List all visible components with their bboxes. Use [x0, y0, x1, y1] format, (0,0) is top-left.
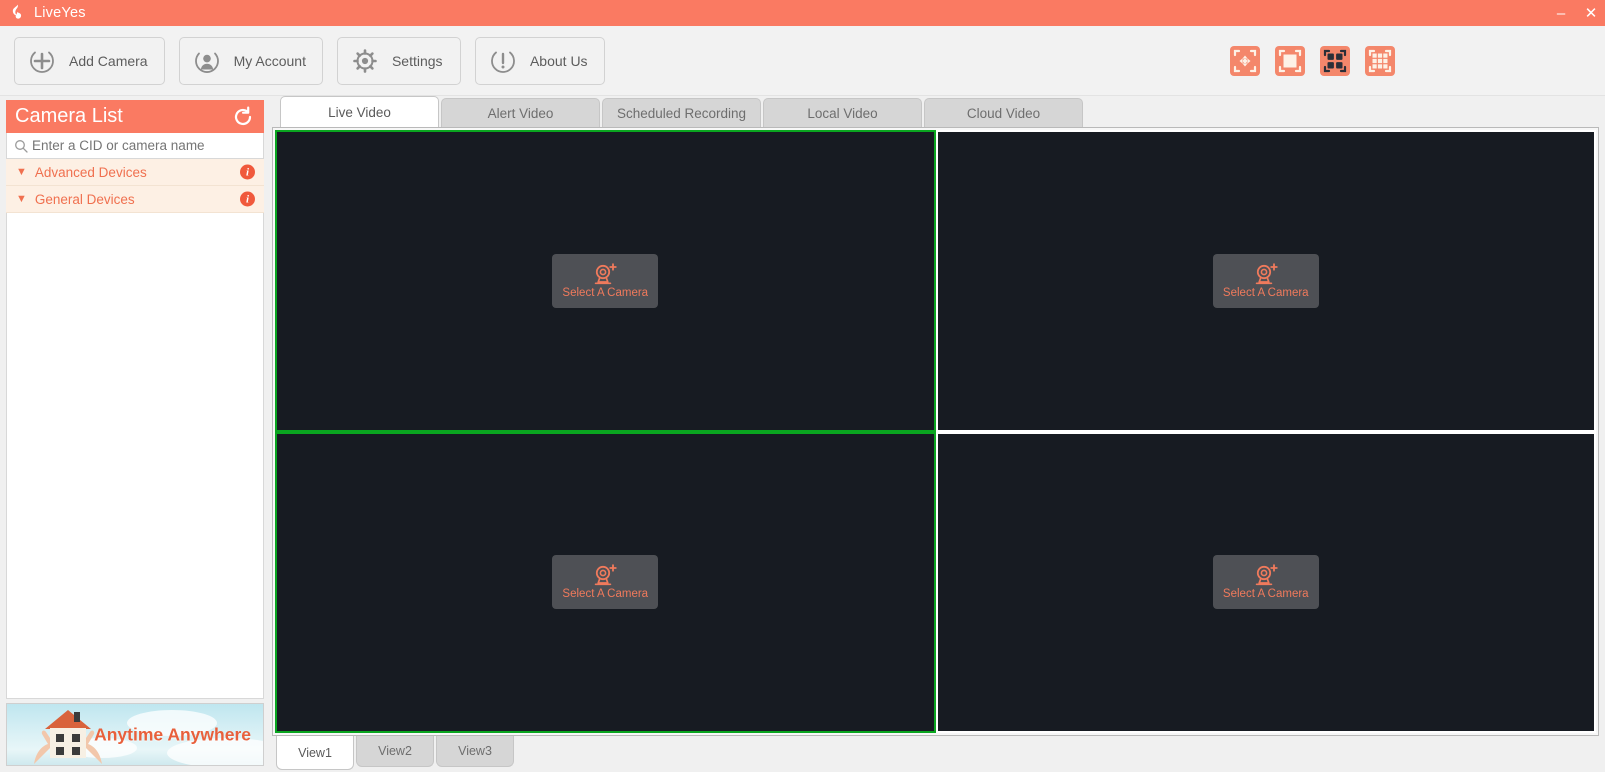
video-tab-bar: Live Video Alert Video Scheduled Recordi…	[272, 96, 1599, 127]
fullscreen-layout-icon[interactable]	[1230, 45, 1260, 76]
nine-grid-layout-icon[interactable]	[1365, 45, 1395, 76]
select-camera-button[interactable]: Select A Camera	[552, 253, 659, 308]
chevron-down-icon: ▼	[16, 192, 27, 205]
app-body: Camera List ▼ Advanced Devices i	[0, 96, 1605, 772]
sidebar-group-label: General Devices	[34, 191, 135, 207]
device-list-area[interactable]	[6, 213, 264, 699]
tab-label: Scheduled Recording	[616, 105, 747, 121]
search-row[interactable]	[6, 133, 264, 159]
select-camera-label: Select A Camera	[1222, 286, 1309, 299]
tab-label: Alert Video	[487, 105, 554, 121]
video-cell-4[interactable]: Select A Camera	[935, 431, 1596, 733]
gear-icon	[350, 46, 380, 76]
window-controls: – ✕	[1553, 0, 1599, 26]
video-area: Select A Camera Select A Camera Select A…	[272, 127, 1599, 736]
info-icon[interactable]: i	[240, 164, 255, 180]
promo-banner: Anytime Anywhere	[6, 703, 264, 766]
add-camera-webcam-icon	[592, 564, 618, 586]
view-tab-label: View2	[378, 744, 412, 758]
single-view-layout-icon[interactable]	[1275, 45, 1305, 76]
settings-label: Settings	[391, 52, 443, 69]
video-cell-3[interactable]: Select A Camera	[275, 431, 936, 733]
tab-label: Local Video	[807, 105, 878, 121]
add-camera-webcam-icon	[592, 263, 618, 285]
promo-text: Anytime Anywhere	[94, 724, 251, 744]
info-icon[interactable]: i	[240, 191, 255, 207]
select-camera-label: Select A Camera	[562, 588, 649, 601]
sidebar-group-label: Advanced Devices	[34, 164, 147, 180]
camera-list-title: Camera List	[15, 105, 123, 127]
tab-label: Live Video	[328, 104, 391, 120]
tab-scheduled-recording[interactable]: Scheduled Recording	[602, 98, 761, 127]
select-camera-button[interactable]: Select A Camera	[552, 555, 659, 610]
my-account-label: My Account	[233, 52, 306, 69]
view-tab-2[interactable]: View2	[356, 736, 434, 767]
tab-cloud-video[interactable]: Cloud Video	[924, 98, 1083, 127]
close-button[interactable]: ✕	[1583, 6, 1599, 21]
add-camera-button[interactable]: Add Camera	[14, 36, 165, 85]
title-bar: LiveYes – ✕	[0, 0, 1605, 26]
camera-list-sidebar: Camera List ▼ Advanced Devices i	[0, 96, 270, 772]
minimize-button[interactable]: –	[1553, 6, 1569, 21]
select-camera-label: Select A Camera	[1222, 588, 1309, 601]
search-icon	[14, 139, 28, 153]
video-grid: Select A Camera Select A Camera Select A…	[275, 130, 1596, 733]
layout-selector	[1230, 45, 1395, 76]
view-tab-3[interactable]: View3	[436, 736, 514, 767]
view-tab-label: View1	[298, 745, 332, 760]
video-cell-2[interactable]: Select A Camera	[935, 130, 1596, 432]
main-content: Live Video Alert Video Scheduled Recordi…	[270, 96, 1605, 772]
camera-list-header: Camera List	[6, 100, 264, 133]
video-cell-1[interactable]: Select A Camera	[275, 130, 936, 432]
select-camera-label: Select A Camera	[562, 286, 649, 299]
tab-local-video[interactable]: Local Video	[763, 98, 922, 127]
tab-alert-video[interactable]: Alert Video	[441, 98, 600, 127]
add-camera-webcam-icon	[1253, 263, 1279, 285]
tab-live-video[interactable]: Live Video	[280, 96, 439, 127]
about-us-button[interactable]: About Us	[474, 36, 605, 85]
view-tab-1[interactable]: View1	[276, 736, 354, 770]
app-title: LiveYes	[34, 5, 86, 21]
exclamation-info-icon	[488, 46, 518, 76]
add-camera-webcam-icon	[1253, 564, 1279, 586]
refresh-icon[interactable]	[232, 106, 254, 128]
main-toolbar: Add Camera My Account Settings About Us	[0, 26, 1605, 96]
select-camera-button[interactable]: Select A Camera	[1212, 253, 1319, 308]
search-input[interactable]	[32, 138, 263, 153]
sidebar-group-general-devices[interactable]: ▼ General Devices i	[6, 186, 264, 213]
four-grid-layout-icon[interactable]	[1320, 45, 1350, 76]
view-tab-label: View3	[458, 744, 492, 758]
add-camera-icon	[27, 46, 57, 76]
my-account-button[interactable]: My Account	[178, 36, 323, 85]
user-account-icon	[192, 46, 222, 76]
add-camera-label: Add Camera	[69, 52, 148, 69]
sidebar-group-advanced-devices[interactable]: ▼ Advanced Devices i	[6, 159, 264, 186]
app-logo-icon	[6, 2, 28, 24]
tab-label: Cloud Video	[966, 105, 1041, 121]
chevron-down-icon: ▼	[16, 165, 27, 178]
settings-button[interactable]: Settings	[336, 36, 461, 85]
about-us-label: About Us	[529, 52, 588, 69]
select-camera-button[interactable]: Select A Camera	[1212, 555, 1319, 610]
view-tab-bar: View1 View2 View3	[272, 736, 1599, 772]
